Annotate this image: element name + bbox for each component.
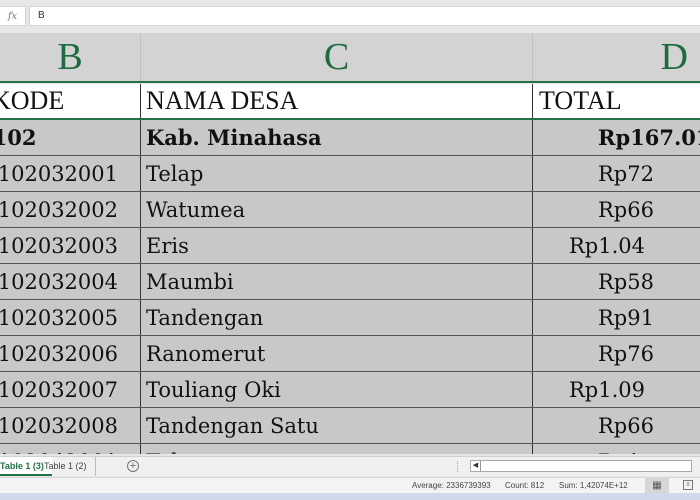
kode-text: 7102032007 [0,377,118,402]
total-text: Rp167.01 [598,125,700,150]
table-row: 7102032006 Ranomerut Rp76 [0,336,700,372]
table-row: 7102032001 Telap Rp72 [0,156,700,192]
total-text: Rp72 [598,161,654,186]
kode-text: 7102 [0,125,37,150]
total-row: 7102 Kab. Minahasa Rp167.01 [0,120,700,156]
cell-total[interactable]: Rp91 [533,300,700,335]
page-layout-view-icon[interactable]: ≡ [683,480,693,490]
kode-text: 7102032006 [0,341,118,366]
cell-total[interactable]: Rp1.09 [533,372,700,407]
column-header-d[interactable]: D [533,33,700,81]
add-sheet-icon[interactable]: + [127,460,139,472]
cell-total[interactable]: Rp1.04 [533,228,700,263]
header-cell-nama-desa[interactable]: NAMA DESA [141,84,533,118]
cell-kode[interactable]: 7102042001 [0,444,141,454]
formula-input[interactable]: B [29,6,700,26]
column-header-c[interactable]: C [141,33,533,81]
nama-desa-text: Ranomerut [146,341,266,366]
cell-total[interactable]: Rp66 [533,192,700,227]
total-text: Rp66 [598,413,654,438]
cell-nama-desa[interactable]: Tandengan Satu [141,408,533,443]
header-nama-desa-text: NAMA DESA [146,86,299,115]
header-total-text: TOTAL [539,86,622,115]
cell-kode[interactable]: 7102032006 [0,336,141,371]
column-headers: B C D [0,33,700,83]
nama-desa-text: Maumbi [146,269,234,294]
nama-desa-text: Eris [146,233,189,258]
cell-total[interactable]: Rp66 [533,408,700,443]
nama-desa-text: Toh [146,450,185,455]
sheet-tab[interactable]: Table 1 (2) [36,457,96,476]
total-text: Rp58 [598,269,654,294]
cell-kode[interactable]: 7102032001 [0,156,141,191]
status-count: Count: 812 [505,481,545,490]
cell-kode[interactable]: 7102032004 [0,264,141,299]
cell-nama-desa[interactable]: Ranomerut [141,336,533,371]
table-row: 7102032008 Tandengan Satu Rp66 [0,408,700,444]
header-cell-kode[interactable]: KODE [0,84,141,118]
scroll-left-icon[interactable]: ◀ [471,461,481,471]
cell-nama-desa[interactable]: Telap [141,156,533,191]
kode-text: 7102032005 [0,305,118,330]
total-text: Rp76 [598,341,654,366]
taskbar [0,493,700,500]
tab-splitter-handle[interactable] [457,461,458,472]
status-bar: Average: 2336739393 Count: 812 Sum: 1,42… [0,477,700,493]
kode-text: 7102032001 [0,161,118,186]
horizontal-scrollbar[interactable]: ◀ [470,460,692,472]
table-row: 7102032003 Eris Rp1.04 [0,228,700,264]
nama-desa-text: Telap [146,161,204,186]
kode-text: 7102032002 [0,197,118,222]
column-header-b[interactable]: B [0,33,141,81]
cell-kode[interactable]: 7102032003 [0,228,141,263]
kode-text: 7102042001 [0,450,118,455]
normal-view-icon[interactable]: ▦ [645,478,669,493]
cell-nama-desa[interactable]: Tandengan [141,300,533,335]
cell-kode[interactable]: 7102032008 [0,408,141,443]
status-sum: Sum: 1,42074E+12 [559,481,628,490]
table-row: 7102032002 Watumea Rp66 [0,192,700,228]
insert-function-icon[interactable]: fx [0,6,26,26]
kode-text: 7102032004 [0,269,118,294]
nama-desa-text: Tandengan [146,305,264,330]
cell-nama-desa[interactable]: Touliang Oki [141,372,533,407]
spreadsheet-window: fx B B C D KODE NAMA DESA TOTAL 7102 Kab… [0,0,700,500]
kode-text: 7102032003 [0,233,118,258]
cell-total[interactable]: Rp72 [533,156,700,191]
status-average: Average: 2336739393 [412,481,491,490]
total-text: Rp1.04 [569,233,646,258]
cell-grid: KODE NAMA DESA TOTAL 7102 Kab. Minahasa … [0,84,700,454]
table-row: 7102042001 Toh Rp1 [0,444,700,454]
table-header-row: KODE NAMA DESA TOTAL [0,84,700,120]
formula-bar: fx B [0,0,700,32]
cell-total[interactable]: Rp58 [533,264,700,299]
cell-total[interactable]: Rp167.01 [533,120,700,155]
cell-nama-desa[interactable]: Watumea [141,192,533,227]
cell-kode[interactable]: 7102032007 [0,372,141,407]
nama-desa-text: Watumea [146,197,246,222]
nama-desa-text: Kab. Minahasa [146,125,322,150]
header-cell-total[interactable]: TOTAL [533,84,700,118]
total-text: Rp66 [598,197,654,222]
sheet-tab-bar: Table 1 (3) Table 1 (2) + ◀ [0,456,700,476]
total-text: Rp91 [598,305,654,330]
table-row: 7102032005 Tandengan Rp91 [0,300,700,336]
header-kode-text: KODE [0,86,65,115]
nama-desa-text: Touliang Oki [146,377,281,402]
total-text: Rp1.09 [569,377,646,402]
cell-total[interactable]: Rp1 [533,444,700,455]
table-row: 7102032007 Touliang Oki Rp1.09 [0,372,700,408]
cell-nama-desa[interactable]: Maumbi [141,264,533,299]
nama-desa-text: Tandengan Satu [146,413,319,438]
cell-kode[interactable]: 7102032002 [0,192,141,227]
cell-nama-desa[interactable]: Kab. Minahasa [141,120,533,155]
cell-kode[interactable]: 7102032005 [0,300,141,335]
cell-nama-desa[interactable]: Eris [141,228,533,263]
cell-total[interactable]: Rp76 [533,336,700,371]
table-row: 7102032004 Maumbi Rp58 [0,264,700,300]
cell-kode[interactable]: 7102 [0,120,141,155]
total-text: Rp1 [598,450,641,455]
cell-nama-desa[interactable]: Toh [141,444,533,454]
kode-text: 7102032008 [0,413,118,438]
